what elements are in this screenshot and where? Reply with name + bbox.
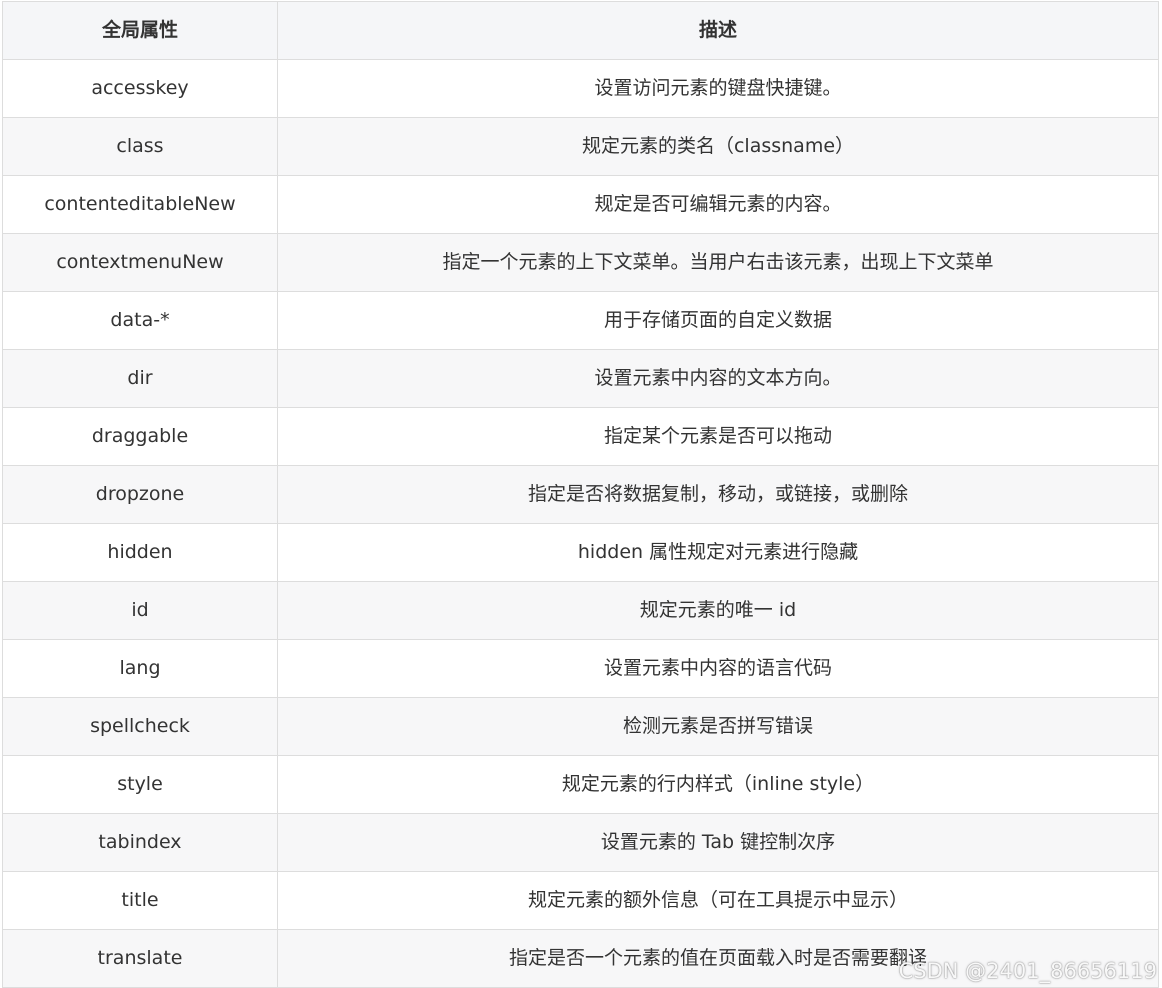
cell-description: 设置元素的 Tab 键控制次序 (277, 813, 1159, 872)
table-row: tabindex 设置元素的 Tab 键控制次序 (2, 813, 1159, 872)
cell-attribute: contenteditableNew (2, 175, 278, 234)
cell-description: 设置元素中内容的语言代码 (277, 639, 1159, 698)
cell-description: 设置元素中内容的文本方向。 (277, 349, 1159, 408)
table-row: lang 设置元素中内容的语言代码 (2, 639, 1159, 698)
table-row: title 规定元素的额外信息（可在工具提示中显示） (2, 871, 1159, 930)
cell-description: 指定某个元素是否可以拖动 (277, 407, 1159, 466)
cell-description: 指定是否将数据复制，移动，或链接，或删除 (277, 465, 1159, 524)
cell-attribute: title (2, 871, 278, 930)
cell-attribute: dropzone (2, 465, 278, 524)
cell-attribute: style (2, 755, 278, 814)
global-attributes-table: 全局属性 描述 accesskey 设置访问元素的键盘快捷键。 class 规定… (2, 1, 1159, 988)
cell-attribute: class (2, 117, 278, 176)
cell-description: 规定元素的唯一 id (277, 581, 1159, 640)
cell-description: 规定是否可编辑元素的内容。 (277, 175, 1159, 234)
cell-description: hidden 属性规定对元素进行隐藏 (277, 523, 1159, 582)
cell-attribute: hidden (2, 523, 278, 582)
cell-attribute: translate (2, 929, 278, 988)
cell-attribute: dir (2, 349, 278, 408)
cell-attribute: id (2, 581, 278, 640)
cell-description: 规定元素的类名（classname） (277, 117, 1159, 176)
table-row: id 规定元素的唯一 id (2, 581, 1159, 640)
cell-description: 规定元素的行内样式（inline style） (277, 755, 1159, 814)
table-row: dir 设置元素中内容的文本方向。 (2, 349, 1159, 408)
table-row: draggable 指定某个元素是否可以拖动 (2, 407, 1159, 466)
cell-attribute: lang (2, 639, 278, 698)
cell-attribute: data-* (2, 291, 278, 350)
cell-attribute: contextmenuNew (2, 233, 278, 292)
table-row: spellcheck 检测元素是否拼写错误 (2, 697, 1159, 756)
cell-description: 规定元素的额外信息（可在工具提示中显示） (277, 871, 1159, 930)
table-row: hidden hidden 属性规定对元素进行隐藏 (2, 523, 1159, 582)
cell-attribute: spellcheck (2, 697, 278, 756)
csdn-watermark: CSDN @2401_86656119 (898, 959, 1157, 983)
header-attribute: 全局属性 (2, 1, 278, 60)
table-row: dropzone 指定是否将数据复制，移动，或链接，或删除 (2, 465, 1159, 524)
cell-attribute: accesskey (2, 59, 278, 118)
cell-description: 指定一个元素的上下文菜单。当用户右击该元素，出现上下文菜单 (277, 233, 1159, 292)
table-row: accesskey 设置访问元素的键盘快捷键。 (2, 59, 1159, 118)
cell-attribute: draggable (2, 407, 278, 466)
table-row: class 规定元素的类名（classname） (2, 117, 1159, 176)
cell-attribute: tabindex (2, 813, 278, 872)
header-description: 描述 (277, 1, 1159, 60)
cell-description: 检测元素是否拼写错误 (277, 697, 1159, 756)
table-header-row: 全局属性 描述 (2, 1, 1159, 60)
table-row: style 规定元素的行内样式（inline style） (2, 755, 1159, 814)
table-row: contenteditableNew 规定是否可编辑元素的内容。 (2, 175, 1159, 234)
table-row: contextmenuNew 指定一个元素的上下文菜单。当用户右击该元素，出现上… (2, 233, 1159, 292)
cell-description: 设置访问元素的键盘快捷键。 (277, 59, 1159, 118)
table-row: data-* 用于存储页面的自定义数据 (2, 291, 1159, 350)
cell-description: 用于存储页面的自定义数据 (277, 291, 1159, 350)
